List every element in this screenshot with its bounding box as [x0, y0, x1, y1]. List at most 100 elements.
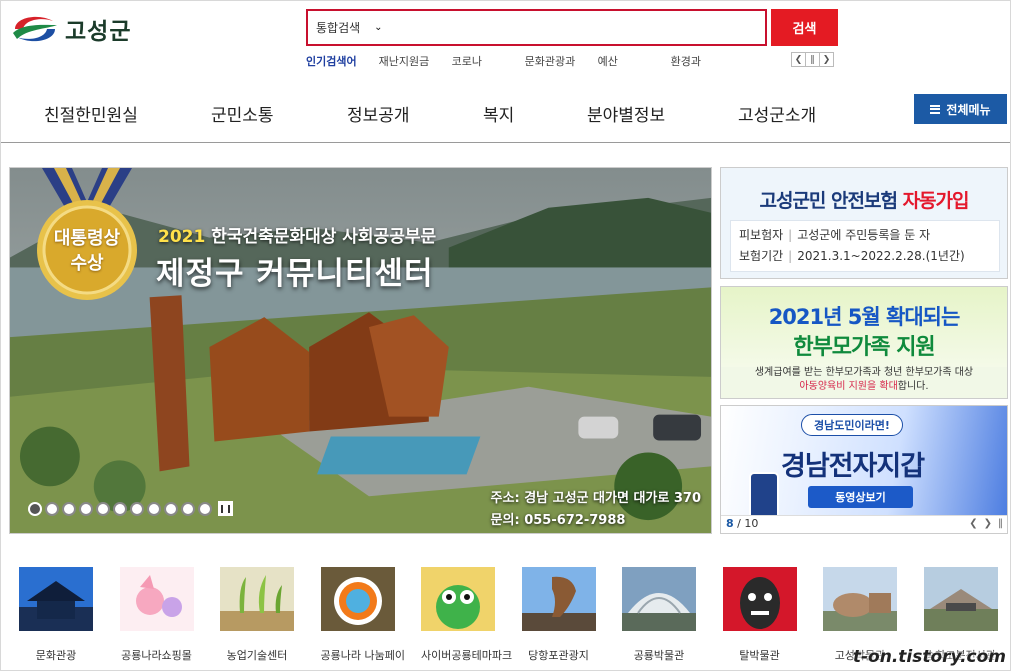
- popular-keyword-controls: ❮ ‖ ❯: [791, 52, 834, 67]
- slider-pagination: [28, 501, 233, 516]
- banner-title: 고성군민 안전보험 자동가입: [721, 186, 1007, 213]
- logo-text: 고성군: [65, 19, 132, 45]
- hamburger-icon: [930, 104, 941, 114]
- quick-link-item[interactable]: 문화관광: [19, 567, 120, 663]
- museum-dome-icon: [622, 567, 696, 631]
- all-menu-button[interactable]: 전체메뉴: [914, 94, 1007, 124]
- page: 고성군 통합검색 ⌄ 검색 인기검색어 재난지원금 코로나 문화관광과 예산 환…: [0, 0, 1011, 671]
- banner-desc-line-2: 아동양육비 지원을 확대합니다.: [721, 380, 1007, 394]
- quick-link-item[interactable]: 탈박물관: [722, 567, 824, 663]
- banner-desc-line-1: 생계급여를 받는 한부모가족과 청년 한부모가족 대상: [754, 367, 974, 378]
- visual-title: 제정구 커뮤니티센터: [156, 256, 434, 292]
- award-caption: 2021 한국건축문화대상 사회공공부문: [158, 222, 436, 247]
- info-row: 보험기간 | 2021.3.1~2022.2.28.(1년간): [739, 249, 965, 263]
- info-value: 2021.3.1~2022.2.28.(1년간): [797, 249, 965, 263]
- visual-address-block: 주소: 경남 고성군 대가면 대가로 370 문의: 055-672-7988: [491, 488, 701, 532]
- quick-link-item[interactable]: 농업기술센터: [220, 567, 321, 663]
- banner-current: 8: [726, 517, 734, 530]
- pause-icon[interactable]: ‖: [998, 518, 1003, 529]
- mask-icon: [722, 567, 797, 631]
- all-menu-label: 전체메뉴: [946, 102, 991, 117]
- info-row: 피보험자 | 고성군에 주민등록을 둔 자: [739, 228, 931, 242]
- slider-dot[interactable]: [28, 501, 42, 516]
- quick-link-label: 공룡박물관: [633, 649, 685, 662]
- nav-item-welfare[interactable]: 복지: [483, 101, 514, 126]
- popular-keyword[interactable]: 예산: [598, 53, 671, 69]
- search-button[interactable]: 검색: [771, 9, 838, 46]
- visual-address: 주소: 경남 고성군 대가면 대가로 370: [490, 491, 701, 506]
- prev-icon[interactable]: ❮: [791, 52, 806, 67]
- quick-link-item[interactable]: 사이버공룡테마파크: [421, 567, 522, 663]
- slider-dot[interactable]: [113, 501, 127, 516]
- info-key: 피보험자: [739, 228, 784, 242]
- nav-item-information[interactable]: 정보공개: [347, 101, 410, 126]
- banner-title-main: 고성군민 안전보험: [759, 190, 897, 212]
- popular-keywords: 인기검색어 재난지원금 코로나 문화관광과 예산 환경과: [306, 53, 744, 69]
- banner-safety-insurance[interactable]: 고성군민 안전보험 자동가입 피보험자 | 고성군에 주민등록을 둔 자 보험기간 |…: [720, 167, 1008, 279]
- nav-item-civil-service[interactable]: 친절한민원실: [44, 101, 138, 126]
- sprout-icon: [220, 567, 294, 631]
- dinosaur-mall-icon: [119, 567, 194, 631]
- pause-icon[interactable]: ‖: [805, 52, 820, 67]
- quick-link-label: 공룡나라 나눔페이: [320, 649, 405, 662]
- quick-link-label: 문화관광: [35, 649, 77, 662]
- banner-nav-buttons: ❮ ❯ ‖: [969, 518, 1003, 529]
- slider-dot[interactable]: [164, 501, 178, 516]
- quick-link-label: 당항포관광지: [528, 649, 589, 662]
- nanum-pay-icon: [320, 567, 395, 631]
- quick-link-item[interactable]: 당항포관광지: [521, 567, 623, 663]
- quick-link-label: 사이버공룡테마파크: [421, 649, 513, 662]
- banner-desc-highlight: 아동양육비 지원을 확대: [799, 381, 898, 392]
- banner-pill: 경남도민이라면!: [801, 414, 903, 436]
- nav-item-by-field[interactable]: 분야별정보: [587, 101, 665, 126]
- popular-keywords-label: 인기검색어: [306, 55, 357, 68]
- quick-link-item[interactable]: 공룡나라쇼핑몰: [119, 567, 221, 663]
- nav-item-about[interactable]: 고성군소개: [738, 101, 816, 126]
- popular-keyword[interactable]: 재난지원금: [379, 53, 452, 69]
- banner-single-parent-support[interactable]: 2021년 5월 확대되는 한부모가족 지원 생계급여를 받는 한부모가족과 청…: [720, 286, 1008, 399]
- search-box: 통합검색 ⌄: [306, 9, 767, 46]
- slider-dot[interactable]: [96, 501, 110, 516]
- search-scope-select[interactable]: 통합검색 ⌄: [308, 11, 404, 44]
- info-value: 고성군에 주민등록을 둔 자: [797, 228, 931, 242]
- search-scope-label: 통합검색: [316, 21, 361, 35]
- site-logo[interactable]: 고성군: [9, 11, 131, 47]
- medal-line-1: 대통령상: [53, 228, 121, 249]
- banner-desc-tail: 합니다.: [897, 381, 929, 392]
- slider-dot[interactable]: [62, 501, 76, 516]
- medal-line-2: 수상: [70, 253, 104, 274]
- slider-dot[interactable]: [130, 501, 144, 516]
- next-icon[interactable]: ❯: [984, 518, 992, 529]
- slider-dot[interactable]: [198, 501, 212, 516]
- chevron-down-icon: ⌄: [374, 22, 383, 33]
- quick-link-label: 공룡나라쇼핑몰: [121, 649, 192, 662]
- exhibition-hall-icon: [923, 567, 998, 631]
- banner-title: 경남전자지갑: [781, 451, 925, 482]
- banner-counter: 8 / 10: [726, 517, 758, 530]
- quick-link-item[interactable]: 공룡박물관: [622, 567, 723, 663]
- main-visual-slider[interactable]: 대통령상 수상 2021 한국건축문화대상 사회공공부문 제정구 커뮤니티센터 …: [9, 167, 712, 534]
- search-input[interactable]: [404, 11, 765, 44]
- main-navigation: 친절한민원실 군민소통 정보공개 복지 분야별정보 고성군소개 전체메뉴: [1, 91, 1010, 143]
- next-icon[interactable]: ❯: [819, 52, 834, 67]
- popular-keyword[interactable]: 문화관광과: [525, 53, 598, 69]
- banner-e-wallet[interactable]: 경남도민이라면! 경남전자지갑 동영상보기 8 / 10 ❮ ❯ ‖: [720, 405, 1008, 534]
- award-name: 한국건축문화대상 사회공공부문: [211, 227, 437, 247]
- popular-keyword[interactable]: 코로나: [452, 53, 525, 69]
- slider-dot[interactable]: [45, 501, 59, 516]
- banner-title: 2021년 5월 확대되는: [768, 305, 961, 329]
- cyber-dino-icon: [421, 567, 495, 631]
- pause-icon[interactable]: [218, 501, 233, 516]
- award-year: 2021: [158, 227, 206, 247]
- smartphone-icon: [749, 472, 779, 520]
- popular-keyword[interactable]: 환경과: [671, 53, 744, 69]
- banner-total: / 10: [737, 517, 759, 530]
- slider-dot[interactable]: [181, 501, 195, 516]
- quick-link-item[interactable]: 공룡나라 나눔페이: [320, 567, 422, 663]
- slider-dot[interactable]: [79, 501, 93, 516]
- prev-icon[interactable]: ❮: [969, 518, 977, 529]
- quick-link-label: 탈박물관: [739, 649, 780, 662]
- nav-item-communication[interactable]: 군민소통: [211, 101, 274, 126]
- slider-dot[interactable]: [147, 501, 161, 516]
- watch-video-button[interactable]: 동영상보기: [808, 486, 913, 508]
